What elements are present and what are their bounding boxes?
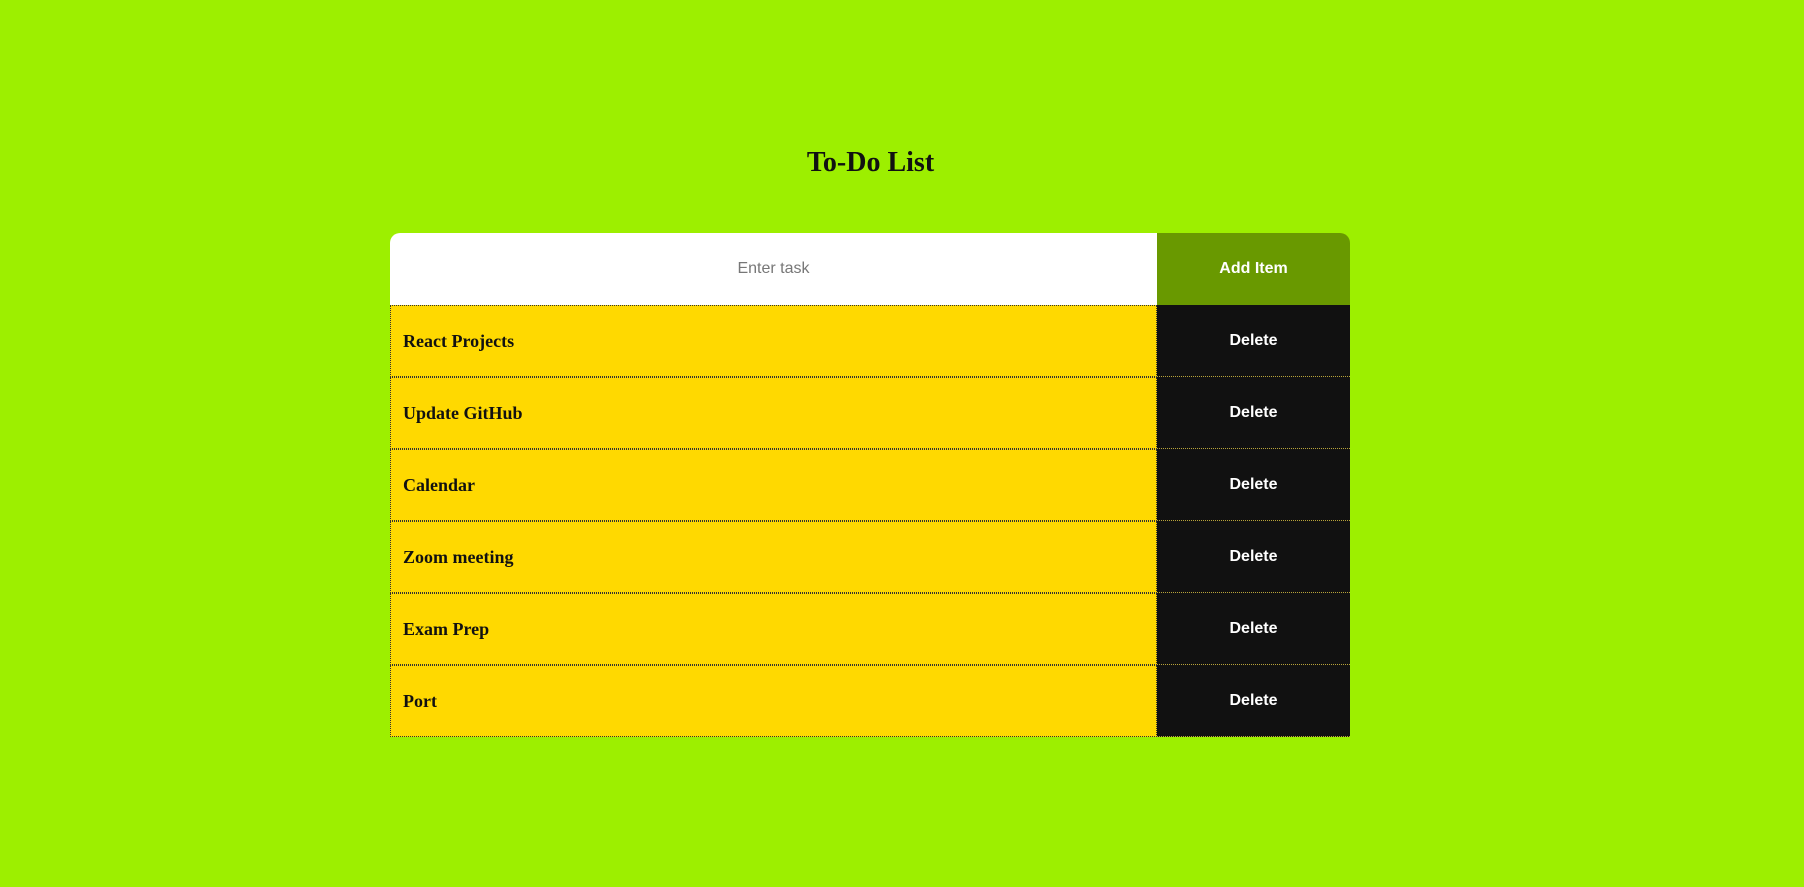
- task-label: Calendar: [390, 449, 1157, 521]
- add-item-button[interactable]: Add Item: [1157, 233, 1350, 305]
- delete-button[interactable]: Delete: [1157, 305, 1350, 377]
- delete-button[interactable]: Delete: [1157, 521, 1350, 593]
- task-input[interactable]: [390, 233, 1157, 305]
- page-title: To-Do List: [806, 147, 935, 178]
- task-label: Port: [390, 665, 1157, 737]
- task-label: Update GitHub: [390, 377, 1157, 449]
- todo-container: Add Item React Projects Delete Update Gi…: [390, 233, 1350, 737]
- task-input-row: Add Item: [390, 233, 1350, 305]
- task-item: Port Delete: [390, 665, 1350, 737]
- delete-button[interactable]: Delete: [1157, 377, 1350, 449]
- delete-button[interactable]: Delete: [1157, 665, 1350, 737]
- task-list: React Projects Delete Update GitHub Dele…: [390, 305, 1350, 737]
- task-item: Zoom meeting Delete: [390, 521, 1350, 593]
- task-label: React Projects: [390, 305, 1157, 377]
- task-item: React Projects Delete: [390, 305, 1350, 377]
- task-label: Exam Prep: [390, 593, 1157, 665]
- task-label: Zoom meeting: [390, 521, 1157, 593]
- task-item: Update GitHub Delete: [390, 377, 1350, 449]
- task-item: Calendar Delete: [390, 449, 1350, 521]
- delete-button[interactable]: Delete: [1157, 593, 1350, 665]
- task-item: Exam Prep Delete: [390, 593, 1350, 665]
- delete-button[interactable]: Delete: [1157, 449, 1350, 521]
